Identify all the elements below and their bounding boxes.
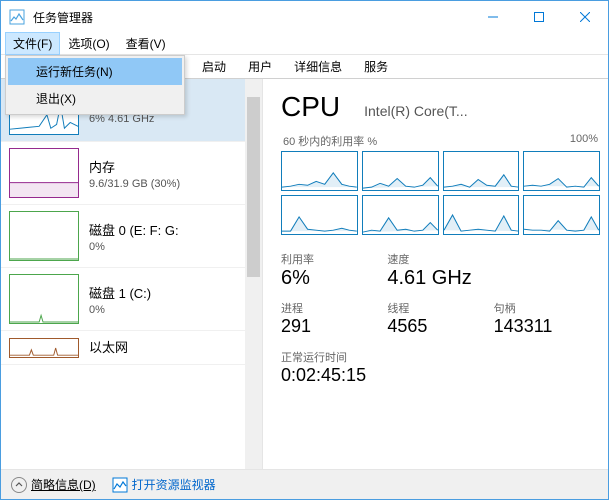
sidebar-mem-title: 内存	[89, 157, 254, 176]
fewer-details-link[interactable]: 简略信息(D)	[11, 476, 96, 493]
core-chart-2	[443, 151, 520, 191]
uptime-label: 正常运行时间	[281, 349, 600, 365]
sidebar-mem-text: 内存 9.6/31.9 GB (30%)	[89, 157, 254, 190]
memory-mini-chart	[9, 148, 79, 198]
stat-threads: 线程 4565	[387, 300, 493, 337]
scroll-thumb[interactable]	[247, 97, 260, 277]
core-chart-7	[523, 195, 600, 235]
threads-value: 4565	[387, 316, 493, 337]
stats-grid: 利用率 6% 速度 4.61 GHz 进程 291 线程 4565 句柄 143…	[281, 251, 600, 337]
resource-monitor-link[interactable]: 打开资源监视器	[112, 476, 216, 493]
sidebar-item-memory[interactable]: 内存 9.6/31.9 GB (30%)	[1, 142, 262, 205]
disk1-mini-chart	[9, 274, 79, 324]
menu-exit[interactable]: 退出(X)	[8, 85, 182, 112]
stat-handles: 句柄 143311	[494, 300, 600, 337]
proc-value: 291	[281, 316, 387, 337]
chart-label-right: 100%	[570, 133, 598, 149]
sidebar-disk0-title: 磁盘 0 (E: F: G:	[89, 220, 254, 239]
menubar: 文件(F) 选项(O) 查看(V)	[1, 33, 608, 55]
proc-label: 进程	[281, 300, 387, 316]
sidebar-disk1-text: 磁盘 1 (C:) 0%	[89, 283, 254, 316]
chart-label-row: 60 秒内的利用率 % 100%	[281, 133, 600, 149]
util-value: 6%	[281, 267, 387, 290]
speed-label: 速度	[387, 251, 600, 267]
titlebar: 任务管理器	[1, 1, 608, 33]
statusbar: 简略信息(D) 打开资源监视器	[1, 469, 608, 499]
core-chart-5	[362, 195, 439, 235]
stat-processes: 进程 291	[281, 300, 387, 337]
file-dropdown: 运行新任务(N) 退出(X)	[5, 55, 185, 115]
tab-details[interactable]: 详细信息	[283, 54, 353, 79]
chart-label-left: 60 秒内的利用率 %	[283, 133, 377, 149]
fewer-details-label: 简略信息(D)	[31, 476, 96, 493]
sidebar-disk0-sub: 0%	[89, 241, 254, 253]
core-chart-3	[523, 151, 600, 191]
speed-value: 4.61 GHz	[387, 267, 600, 290]
sidebar-mem-sub: 9.6/31.9 GB (30%)	[89, 178, 254, 190]
detail-header: CPU Intel(R) Core(T...	[281, 91, 600, 123]
per-core-grid	[281, 151, 600, 235]
sidebar-eth-text: 以太网	[89, 337, 254, 358]
menu-view[interactable]: 查看(V)	[118, 32, 174, 55]
util-label: 利用率	[281, 251, 387, 267]
close-button[interactable]	[562, 1, 608, 33]
sidebar-disk1-sub: 0%	[89, 304, 254, 316]
detail-title: CPU	[281, 91, 340, 123]
sidebar-item-disk1[interactable]: 磁盘 1 (C:) 0%	[1, 268, 262, 331]
core-chart-0	[281, 151, 358, 191]
sidebar-item-disk0[interactable]: 磁盘 0 (E: F: G: 0%	[1, 205, 262, 268]
sidebar-item-ethernet[interactable]: 以太网	[1, 331, 262, 365]
content-area: CPU 6% 4.61 GHz 内存 9.6/31.9 GB (30%) 磁盘 …	[1, 79, 608, 469]
maximize-button[interactable]	[516, 1, 562, 33]
detail-panel: CPU Intel(R) Core(T... 60 秒内的利用率 % 100% …	[263, 79, 608, 469]
stat-utilization: 利用率 6%	[281, 251, 387, 290]
window-title: 任务管理器	[33, 9, 470, 26]
stat-speed: 速度 4.61 GHz	[387, 251, 600, 290]
sidebar-scrollbar[interactable]	[245, 79, 262, 469]
resource-monitor-label: 打开资源监视器	[132, 476, 216, 493]
sidebar-eth-title: 以太网	[89, 337, 254, 356]
uptime-value: 0:02:45:15	[281, 365, 600, 386]
tab-startup[interactable]: 启动	[191, 54, 237, 79]
app-icon	[9, 9, 25, 25]
tab-services[interactable]: 服务	[353, 54, 399, 79]
menu-options[interactable]: 选项(O)	[60, 32, 117, 55]
cpu-model: Intel(R) Core(T...	[364, 103, 467, 119]
handles-label: 句柄	[494, 300, 600, 316]
tab-users[interactable]: 用户	[237, 54, 283, 79]
chevron-up-icon	[11, 477, 27, 493]
sidebar-disk1-title: 磁盘 1 (C:)	[89, 283, 254, 302]
menu-file[interactable]: 文件(F)	[5, 32, 60, 55]
minimize-button[interactable]	[470, 1, 516, 33]
core-chart-6	[443, 195, 520, 235]
core-chart-4	[281, 195, 358, 235]
sidebar-disk0-text: 磁盘 0 (E: F: G: 0%	[89, 220, 254, 253]
eth-mini-chart	[9, 338, 79, 358]
perf-sidebar: CPU 6% 4.61 GHz 内存 9.6/31.9 GB (30%) 磁盘 …	[1, 79, 263, 469]
resource-monitor-icon	[112, 477, 128, 493]
core-chart-1	[362, 151, 439, 191]
window-controls	[470, 1, 608, 33]
menu-run-new-task[interactable]: 运行新任务(N)	[8, 58, 182, 85]
stat-uptime: 正常运行时间 0:02:45:15	[281, 349, 600, 386]
disk0-mini-chart	[9, 211, 79, 261]
handles-value: 143311	[494, 316, 600, 337]
threads-label: 线程	[387, 300, 493, 316]
